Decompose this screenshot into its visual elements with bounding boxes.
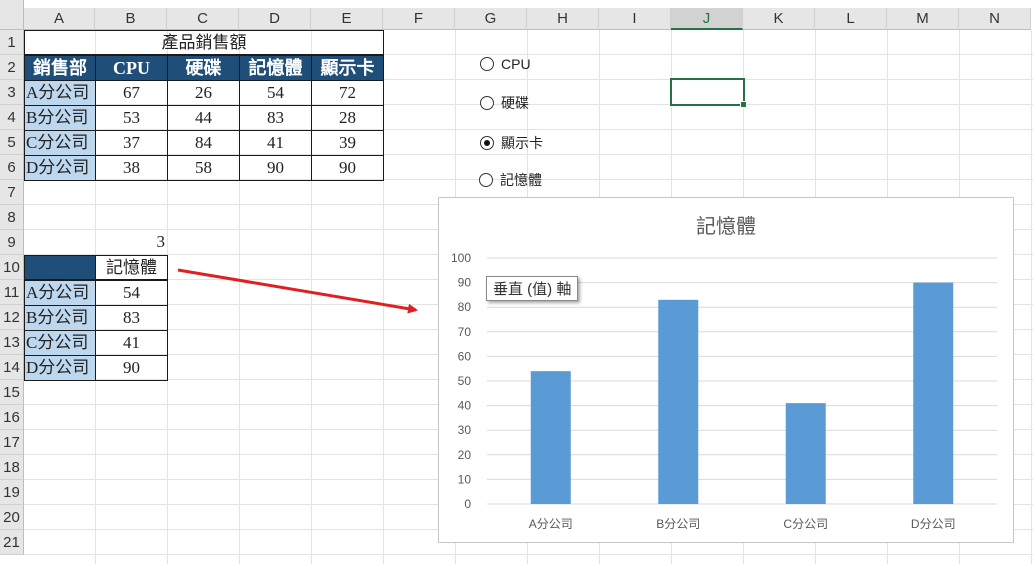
row-header-19[interactable]: 19	[0, 480, 24, 505]
row-header-9[interactable]: 9	[0, 230, 24, 255]
row-header-7[interactable]: 7	[0, 180, 24, 205]
y-tick-label: 30	[458, 423, 472, 437]
bar-chart[interactable]: 0 10 20 30 40 50 60 70 80 90 100 A分公司 B分公司 C分公司 D分公司 記…	[438, 197, 1014, 543]
row-header-11[interactable]: 11	[0, 280, 24, 305]
y-tick-label: 40	[458, 399, 472, 413]
x-tick-label: D分公司	[911, 517, 956, 531]
y-tick-label: 100	[451, 251, 471, 265]
row-header-1[interactable]: 1	[0, 30, 24, 55]
row-header-8[interactable]: 8	[0, 205, 24, 230]
row-header-2[interactable]: 2	[0, 55, 24, 80]
column-header-h[interactable]: H	[527, 8, 599, 30]
bar[interactable]	[658, 299, 699, 504]
axis-tooltip: 垂直 (值) 軸	[486, 276, 579, 301]
column-header-f[interactable]: F	[383, 8, 455, 30]
row-header-10[interactable]: 10	[0, 255, 24, 280]
row-header-18[interactable]: 18	[0, 455, 24, 480]
column-header-c[interactable]: C	[167, 8, 239, 30]
x-tick-label: C分公司	[783, 517, 828, 531]
row-header-4[interactable]: 4	[0, 105, 24, 130]
row-header-6[interactable]: 6	[0, 155, 24, 180]
y-tick-label: 60	[458, 349, 472, 363]
column-header-d[interactable]: D	[239, 8, 311, 30]
select-all-corner[interactable]	[0, 0, 24, 30]
row-header-17[interactable]: 17	[0, 430, 24, 455]
column-header-g[interactable]: G	[455, 8, 527, 30]
y-tick-label: 70	[458, 325, 472, 339]
row-header-15[interactable]: 15	[0, 380, 24, 405]
column-header-j[interactable]: J	[671, 8, 743, 30]
bar[interactable]	[913, 282, 954, 504]
chart-plot-area: 0 10 20 30 40 50 60 70 80 90 100 A分公司 B分公司 C分公司 D分公司	[451, 251, 997, 531]
row-header-21[interactable]: 21	[0, 530, 24, 555]
column-header-b[interactable]: B	[95, 8, 167, 30]
row-header-13[interactable]: 13	[0, 330, 24, 355]
column-header-k[interactable]: K	[743, 8, 815, 30]
column-header-a[interactable]: A	[24, 8, 95, 30]
y-tick-label: 50	[458, 374, 472, 388]
y-tick-label: 80	[458, 300, 472, 314]
row-header-16[interactable]: 16	[0, 405, 24, 430]
column-header-n[interactable]: N	[959, 8, 1031, 30]
column-header-l[interactable]: L	[815, 8, 887, 30]
header-top-band	[24, 0, 1033, 8]
column-header-i[interactable]: I	[599, 8, 671, 30]
bar[interactable]	[785, 403, 826, 504]
y-tick-label: 20	[458, 448, 472, 462]
row-header-5[interactable]: 5	[0, 130, 24, 155]
row-header-20[interactable]: 20	[0, 505, 24, 530]
row-header-12[interactable]: 12	[0, 305, 24, 330]
bar[interactable]	[530, 371, 571, 504]
column-header-e[interactable]: E	[311, 8, 383, 30]
x-tick-label: A分公司	[529, 517, 573, 531]
y-tick-label: 0	[464, 497, 471, 511]
row-header-3[interactable]: 3	[0, 80, 24, 105]
y-tick-label: 90	[458, 276, 472, 290]
x-tick-label: B分公司	[656, 517, 700, 531]
chart-title: 記憶體	[696, 216, 756, 238]
y-tick-label: 10	[458, 472, 472, 486]
column-header-m[interactable]: M	[887, 8, 959, 30]
row-header-14[interactable]: 14	[0, 355, 24, 380]
